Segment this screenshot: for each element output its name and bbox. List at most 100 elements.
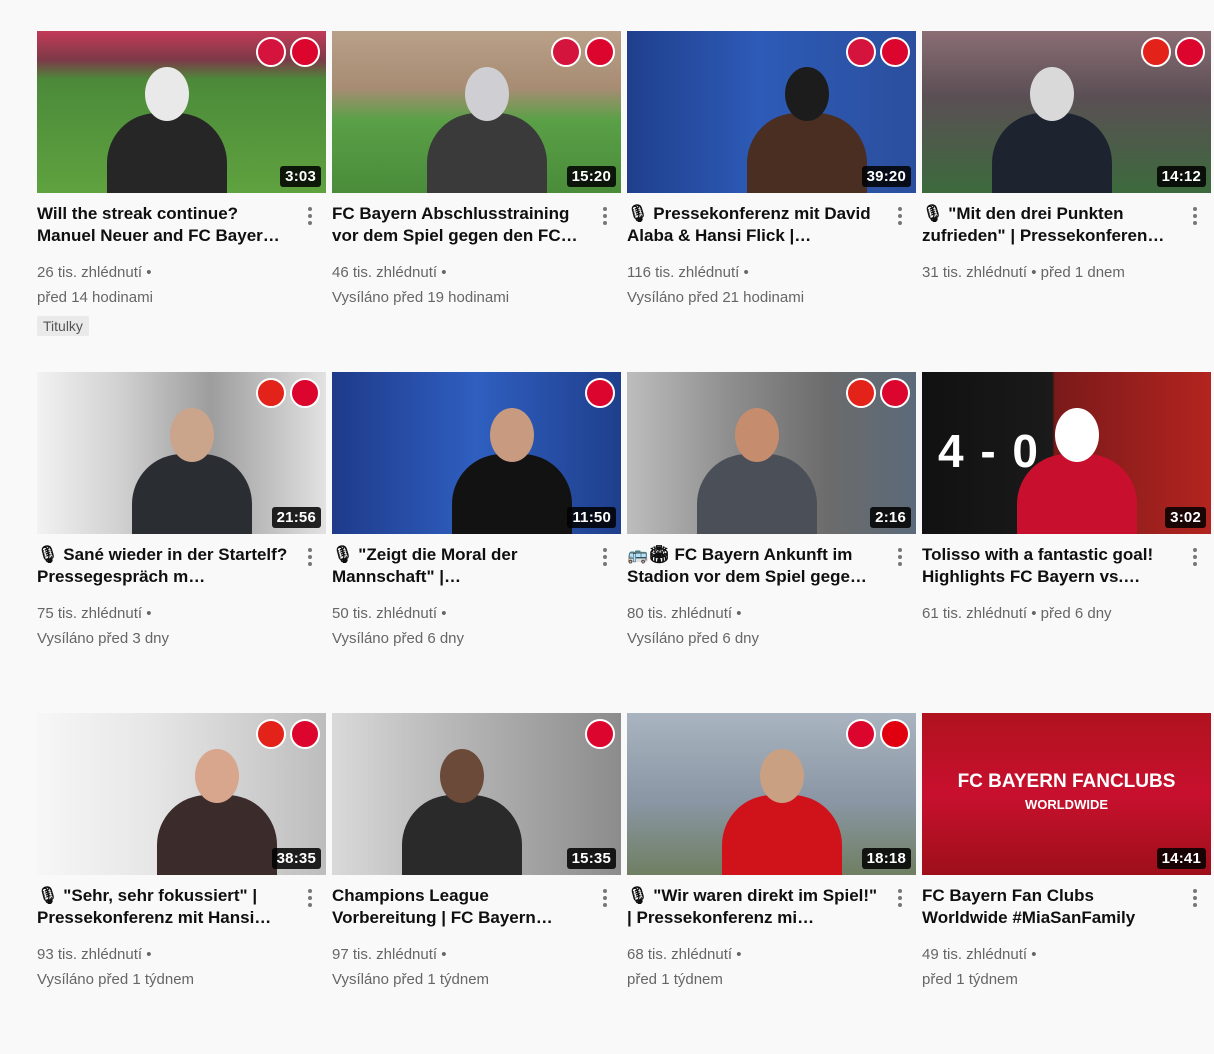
- menu-dot: [308, 895, 312, 900]
- video-metadata: 31 tis. zhlédnutí • před 1 dnem: [922, 260, 1181, 285]
- video-card[interactable]: 18:18 🎙 "Wir waren direkt im Spiel!" | Pr…: [627, 713, 916, 1054]
- video-card[interactable]: 38:35 🎙 "Sehr, sehr fokussiert" | Pressek…: [37, 713, 326, 1054]
- view-count: 80 tis. zhlédnutí •: [627, 605, 742, 622]
- upload-time: před 1 týdnem: [922, 971, 1018, 988]
- club-logo-icon: [846, 378, 876, 408]
- video-thumbnail[interactable]: 3:03: [37, 31, 326, 193]
- upload-time: Vysíláno před 19 hodinami: [332, 289, 510, 306]
- video-title[interactable]: 🎙 "Sehr, sehr fokussiert" | Pressekonfer…: [37, 885, 296, 929]
- upload-time: Vysíláno před 6 dny: [332, 630, 465, 647]
- club-logo-icon: [290, 378, 320, 408]
- video-title[interactable]: 🎙 Pressekonferenz mit David Alaba & Hans…: [627, 203, 886, 247]
- menu-dot: [1193, 888, 1197, 893]
- video-metadata: 61 tis. zhlédnutí • před 6 dny: [922, 601, 1181, 626]
- upload-time: před 1 týdnem: [627, 971, 723, 988]
- thumbnail-figure-head: [785, 67, 829, 121]
- vertical-dots-icon[interactable]: [302, 205, 318, 227]
- thumbnail-figure: [157, 795, 277, 875]
- video-thumbnail[interactable]: FC BAYERN FANCLUBS WORLDWIDE 14:41: [922, 713, 1211, 875]
- video-card[interactable]: 3:03 Will the streak continue? Manuel Neu…: [37, 31, 326, 372]
- thumbnail-subheadline: WORLDWIDE: [1024, 797, 1109, 812]
- video-metadata: 75 tis. zhlédnutí • Vysíláno před 3 dny: [37, 601, 296, 651]
- video-thumbnail[interactable]: 38:35: [37, 713, 326, 875]
- video-card[interactable]: 11:50 🎙 "Zeigt die Moral der Mannschaft" …: [332, 372, 621, 713]
- vertical-dots-icon[interactable]: [302, 887, 318, 909]
- menu-dot: [898, 888, 902, 893]
- thumbnail-figure-head: [490, 408, 534, 462]
- video-title[interactable]: 🎙 "Zeigt die Moral der Mannschaft" |…: [332, 544, 591, 588]
- video-thumbnail[interactable]: 18:18: [627, 713, 916, 875]
- thumbnail-figure: [697, 454, 817, 534]
- video-card[interactable]: 39:20 🎙 Pressekonferenz mit David Alaba &…: [627, 31, 916, 372]
- video-title[interactable]: FC Bayern Fan Clubs Worldwide #MiaSanFam…: [922, 885, 1181, 929]
- menu-dot: [1193, 554, 1197, 559]
- vertical-dots-icon[interactable]: [892, 887, 908, 909]
- video-thumbnail[interactable]: 39:20: [627, 31, 916, 193]
- video-card[interactable]: 2:16 🚌🏟 FC Bayern Ankunft im Stadion vor …: [627, 372, 916, 713]
- view-count: 26 tis. zhlédnutí •: [37, 264, 152, 281]
- video-details: 🎙 "Sehr, sehr fokussiert" | Pressekonfer…: [37, 875, 326, 992]
- menu-dot: [1193, 206, 1197, 211]
- video-card[interactable]: 4 - 0 3:02 Tolisso with a fantastic goal! …: [922, 372, 1211, 713]
- club-logo-icon: [880, 37, 910, 67]
- club-logo-icon: [846, 37, 876, 67]
- upload-time: před 14 hodinami: [37, 289, 153, 306]
- thumbnail-figure: [452, 454, 572, 534]
- vertical-dots-icon[interactable]: [597, 546, 613, 568]
- vertical-dots-icon[interactable]: [597, 205, 613, 227]
- video-thumbnail[interactable]: 4 - 0 3:02: [922, 372, 1211, 534]
- menu-dot: [898, 206, 902, 211]
- video-card[interactable]: FC BAYERN FANCLUBS WORLDWIDE 14:41 FC Bayer…: [922, 713, 1211, 1054]
- menu-dot: [603, 903, 607, 908]
- video-card[interactable]: 21:56 🎙 Sané wieder in der Startelf? Pres…: [37, 372, 326, 713]
- vertical-dots-icon[interactable]: [302, 546, 318, 568]
- menu-dot: [308, 547, 312, 552]
- thumbnail-figure-head: [145, 67, 189, 121]
- duration-badge: 38:35: [271, 848, 321, 869]
- vertical-dots-icon[interactable]: [1187, 205, 1203, 227]
- menu-dot: [898, 903, 902, 908]
- video-details: Will the streak continue? Manuel Neuer a…: [37, 193, 326, 336]
- menu-dot: [1193, 562, 1197, 567]
- vertical-dots-icon[interactable]: [892, 205, 908, 227]
- vertical-dots-icon[interactable]: [1187, 546, 1203, 568]
- menu-dot: [898, 554, 902, 559]
- video-title[interactable]: Will the streak continue? Manuel Neuer a…: [37, 203, 296, 247]
- video-details: 🚌🏟 FC Bayern Ankunft im Stadion vor dem …: [627, 534, 916, 651]
- video-title[interactable]: 🎙 "Mit den drei Punkten zufrieden" | Pre…: [922, 203, 1181, 247]
- video-thumbnail[interactable]: 14:12: [922, 31, 1211, 193]
- thumbnail-figure-head: [1030, 67, 1074, 121]
- video-thumbnail[interactable]: 15:35: [332, 713, 621, 875]
- club-logo-icon: [290, 37, 320, 67]
- menu-dot: [308, 554, 312, 559]
- video-title[interactable]: 🎙 "Wir waren direkt im Spiel!" | Pressek…: [627, 885, 886, 929]
- thumbnail-figure-head: [195, 749, 239, 803]
- vertical-dots-icon[interactable]: [1187, 887, 1203, 909]
- video-thumbnail[interactable]: 11:50: [332, 372, 621, 534]
- video-card[interactable]: 14:12 🎙 "Mit den drei Punkten zufrieden" …: [922, 31, 1211, 372]
- video-title[interactable]: 🎙 Sané wieder in der Startelf? Presseges…: [37, 544, 296, 588]
- video-title[interactable]: FC Bayern Abschlusstraining vor dem Spie…: [332, 203, 591, 247]
- video-title[interactable]: Tolisso with a fantastic goal! Highlight…: [922, 544, 1181, 588]
- video-details: FC Bayern Fan Clubs Worldwide #MiaSanFam…: [922, 875, 1211, 992]
- video-thumbnail[interactable]: 21:56: [37, 372, 326, 534]
- video-title[interactable]: Champions League Vorbereitung | FC Bayer…: [332, 885, 591, 929]
- subtitles-badge: Titulky: [37, 316, 89, 336]
- vertical-dots-icon[interactable]: [597, 887, 613, 909]
- menu-dot: [308, 562, 312, 567]
- menu-dot: [898, 895, 902, 900]
- thumbnail-figure: [427, 113, 547, 193]
- video-thumbnail[interactable]: 2:16: [627, 372, 916, 534]
- vertical-dots-icon[interactable]: [892, 546, 908, 568]
- video-title[interactable]: 🚌🏟 FC Bayern Ankunft im Stadion vor dem …: [627, 544, 886, 588]
- view-count: 61 tis. zhlédnutí • před 6 dny: [922, 605, 1112, 622]
- view-count: 75 tis. zhlédnutí •: [37, 605, 152, 622]
- video-card[interactable]: 15:35 Champions League Vorbereitung | FC …: [332, 713, 621, 1054]
- video-metadata: 116 tis. zhlédnutí • Vysíláno před 21 hod…: [627, 260, 886, 310]
- thumbnail-figure: [107, 113, 227, 193]
- duration-badge: 15:35: [566, 848, 616, 869]
- menu-dot: [898, 213, 902, 218]
- video-thumbnail[interactable]: 15:20: [332, 31, 621, 193]
- video-card[interactable]: 15:20 FC Bayern Abschlusstraining vor dem…: [332, 31, 621, 372]
- duration-badge: 2:16: [870, 507, 911, 528]
